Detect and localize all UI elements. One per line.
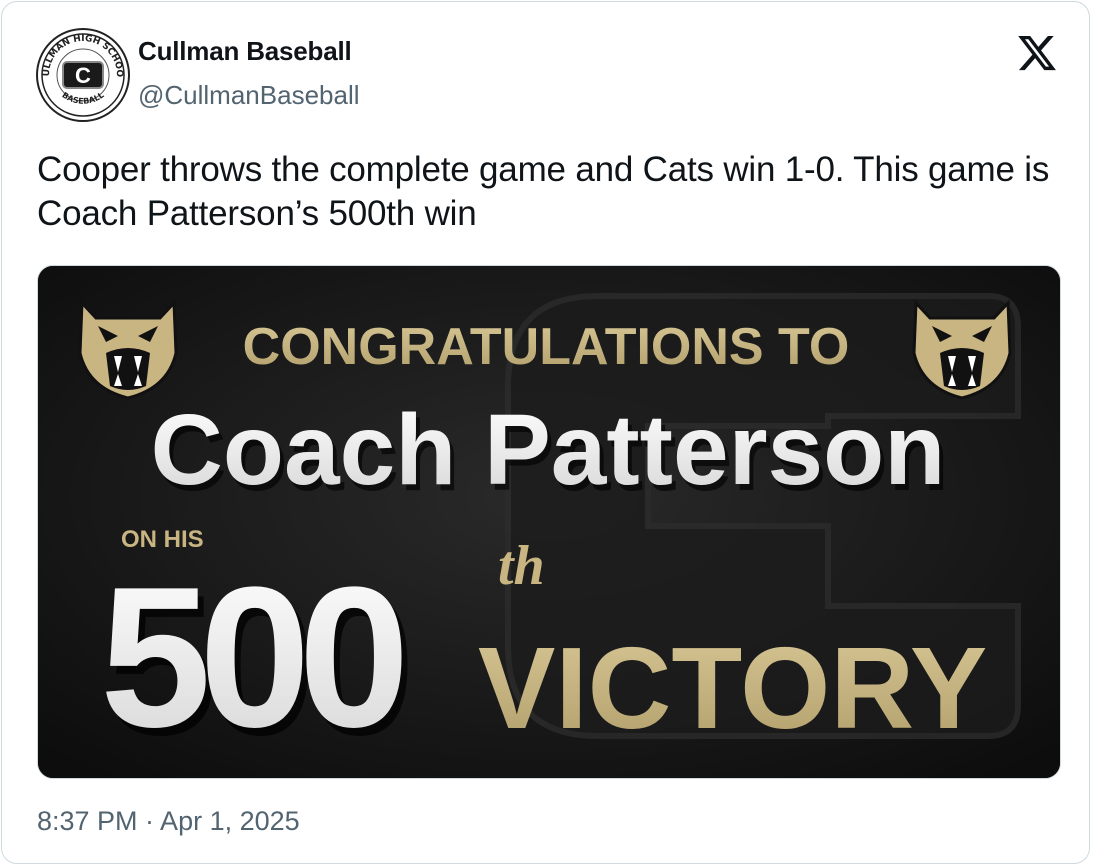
display-name[interactable]: Cullman Baseball bbox=[138, 36, 352, 67]
avatar[interactable]: CULLMAN HIGH SCHOOL BASEBALL C bbox=[35, 27, 131, 123]
x-logo-icon[interactable] bbox=[1015, 32, 1059, 74]
tweet-text: Cooper throws the complete game and Cats… bbox=[37, 150, 1050, 233]
coach-name: Coach Patterson bbox=[151, 394, 946, 506]
ordinal-suffix: th bbox=[498, 535, 545, 597]
tweet-timestamp[interactable]: 8:37 PM · Apr 1, 2025 bbox=[37, 806, 300, 837]
tweet-card: CULLMAN HIGH SCHOOL BASEBALL C Cullman B… bbox=[1, 1, 1090, 864]
congratulations-graphic: CONGRATULATIONS TO Coach Patterson Coach… bbox=[38, 266, 1060, 778]
media-image[interactable]: CONGRATULATIONS TO Coach Patterson Coach… bbox=[37, 265, 1061, 779]
avatar-letter: C bbox=[75, 63, 91, 88]
victory-word: VICTORY bbox=[478, 623, 987, 753]
account-handle[interactable]: @CullmanBaseball bbox=[138, 80, 360, 111]
milestone-number: 500 bbox=[100, 546, 402, 769]
congratulations-heading: CONGRATULATIONS TO bbox=[243, 318, 850, 376]
